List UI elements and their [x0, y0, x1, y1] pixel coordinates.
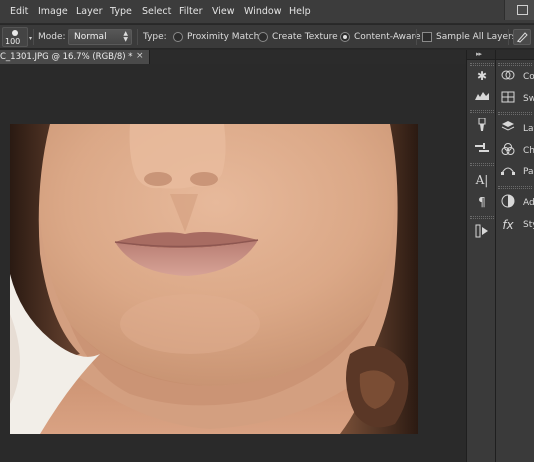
panel-dock-icons: ▸▸ ✱ A| ¶ [466, 50, 496, 462]
menu-bar: Edit Image Layer Type Select Filter View… [0, 0, 534, 24]
document-tab-title: C_1301.JPG @ 16.7% (RGB/8) * [0, 52, 133, 62]
paths-panel-label[interactable]: Pa [523, 167, 534, 177]
adjustments-icon[interactable] [500, 194, 516, 210]
swatches-icon[interactable] [500, 91, 516, 107]
paragraph-icon[interactable]: ¶ [474, 194, 490, 210]
content-aware-radio[interactable] [340, 32, 350, 42]
dock-header [496, 50, 534, 60]
separator [137, 29, 138, 45]
channels-panel-label[interactable]: Ch [523, 146, 534, 156]
clone-source-icon[interactable] [474, 142, 490, 158]
dock-grip[interactable] [470, 63, 494, 66]
brush-dropdown-icon[interactable]: ▾ [29, 35, 32, 42]
color-panel-label[interactable]: Co [523, 72, 534, 82]
dock-grip[interactable] [470, 216, 494, 219]
collapse-arrows-icon[interactable]: ▸▸ [476, 50, 482, 58]
pen-pressure-icon [517, 32, 528, 43]
character-icon[interactable]: A| [474, 172, 490, 188]
dock-grip[interactable] [498, 63, 532, 66]
mode-label: Mode: [38, 32, 66, 42]
create-texture-radio[interactable] [258, 32, 268, 42]
canvas-area[interactable] [0, 64, 466, 462]
close-icon[interactable]: × [136, 51, 144, 61]
menu-view[interactable]: View [212, 6, 235, 17]
restore-window-button[interactable] [504, 0, 534, 20]
separator [416, 29, 417, 45]
navigator-icon[interactable] [474, 88, 490, 104]
menu-select[interactable]: Select [142, 6, 171, 17]
sample-all-layers-checkbox[interactable] [422, 32, 432, 42]
menu-layer[interactable]: Layer [76, 6, 103, 17]
actions-icon[interactable] [474, 224, 490, 240]
layers-icon[interactable] [500, 120, 516, 136]
paths-icon[interactable] [500, 163, 516, 179]
mode-select[interactable]: Normal ▲ ▼ [68, 29, 132, 45]
layers-panel-label[interactable]: Lay [523, 124, 534, 134]
menu-window[interactable]: Window [244, 6, 281, 17]
panel-dock-labeled: Co Sw Lay Ch Pa Ad fx Sty [496, 50, 534, 462]
menu-image[interactable]: Image [38, 6, 68, 17]
menu-help[interactable]: Help [289, 6, 311, 17]
dock-grip[interactable] [470, 110, 494, 113]
separator [508, 29, 509, 45]
proximity-match-radio[interactable] [173, 32, 183, 42]
sample-all-layers-label[interactable]: Sample All Layers [436, 32, 516, 42]
pressure-size-button[interactable] [513, 29, 531, 45]
document-tab[interactable]: C_1301.JPG @ 16.7% (RGB/8) * × [0, 50, 150, 64]
portrait-photo [10, 124, 418, 434]
styles-panel-label[interactable]: Sty [523, 220, 534, 230]
adjustments-panel-label[interactable]: Ad [523, 198, 534, 208]
menu-type[interactable]: Type [110, 6, 132, 17]
type-label: Type: [143, 32, 167, 42]
mode-value: Normal [74, 32, 107, 42]
document-image[interactable] [10, 124, 418, 434]
brush-preset-picker[interactable]: 100 [2, 27, 28, 47]
dock-grip[interactable] [498, 186, 532, 189]
brush-tip-icon [12, 30, 18, 36]
document-tab-bar: C_1301.JPG @ 16.7% (RGB/8) * × [0, 50, 466, 64]
histogram-icon[interactable]: ✱ [474, 68, 490, 84]
dock-grip[interactable] [498, 112, 532, 115]
options-bar: 100 ▾ Mode: Normal ▲ ▼ Type: Proximity Ma… [0, 25, 534, 49]
content-aware-label[interactable]: Content-Aware [354, 32, 421, 42]
brush-panel-icon[interactable] [474, 117, 490, 134]
channels-icon[interactable] [500, 142, 516, 158]
color-icon[interactable] [500, 69, 516, 85]
select-arrows-icon: ▲ ▼ [123, 30, 128, 43]
create-texture-label[interactable]: Create Texture [272, 32, 338, 42]
dock-grip[interactable] [470, 163, 494, 166]
menu-edit[interactable]: Edit [10, 6, 28, 17]
menu-filter[interactable]: Filter [179, 6, 203, 17]
separator [33, 29, 34, 45]
dock-header: ▸▸ [467, 50, 495, 60]
proximity-match-label[interactable]: Proximity Match [187, 32, 259, 42]
styles-icon[interactable]: fx [500, 217, 516, 233]
brush-size-value: 100 [5, 37, 21, 46]
swatches-panel-label[interactable]: Sw [523, 94, 534, 104]
